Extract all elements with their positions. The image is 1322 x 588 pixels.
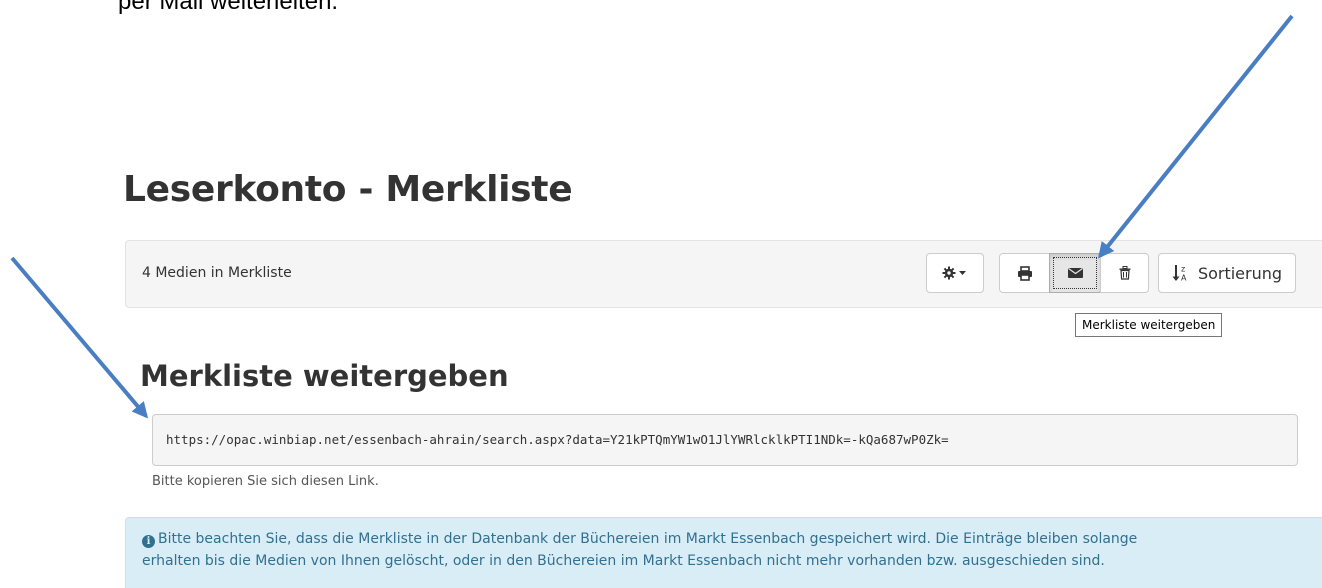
share-mail-button[interactable] (1049, 253, 1101, 293)
trash-icon (1119, 266, 1130, 280)
focus-outline (1053, 257, 1097, 289)
mail-tooltip: Merkliste weitergeben (1075, 313, 1223, 337)
sort-button[interactable]: z A Sortierung (1158, 253, 1296, 293)
svg-text:A: A (1181, 274, 1187, 283)
share-link-field[interactable]: https://opac.winbiap.net/essenbach-ahrai… (152, 414, 1298, 466)
info-text-2: erhalten bis die Medien von Ihnen gelösc… (142, 553, 1105, 569)
share-heading: Merkliste weitergeben (140, 359, 509, 393)
arrow-to-mail-button (1098, 14, 1294, 259)
sort-label: Sortierung (1197, 263, 1283, 283)
document-caption: per Mail weiterleiten. (118, 0, 339, 15)
svg-text:z: z (1181, 265, 1185, 274)
gear-icon (942, 266, 966, 280)
copy-hint: Bitte kopieren Sie sich diesen Link. (152, 474, 379, 489)
info-alert: i Bitte beachten Sie, dass die Merkliste … (125, 517, 1322, 588)
info-line-1: i Bitte beachten Sie, dass die Merkliste … (142, 528, 1322, 550)
page-title: Leserkonto - Merkliste (123, 169, 573, 210)
settings-dropdown-button[interactable] (926, 253, 984, 293)
merkliste-toolbar: 4 Medien in Merkliste z A Sortierung (125, 240, 1322, 308)
sort-alpha-icon: z A (1172, 265, 1187, 283)
info-text-1: Bitte beachten Sie, dass die Merkliste i… (158, 531, 1138, 547)
print-button[interactable] (999, 253, 1050, 293)
caret-down-icon (959, 271, 966, 275)
print-icon (1017, 265, 1032, 281)
media-count: 4 Medien in Merkliste (142, 265, 292, 281)
delete-button[interactable] (1100, 253, 1149, 293)
info-circle-icon: i (142, 535, 155, 548)
